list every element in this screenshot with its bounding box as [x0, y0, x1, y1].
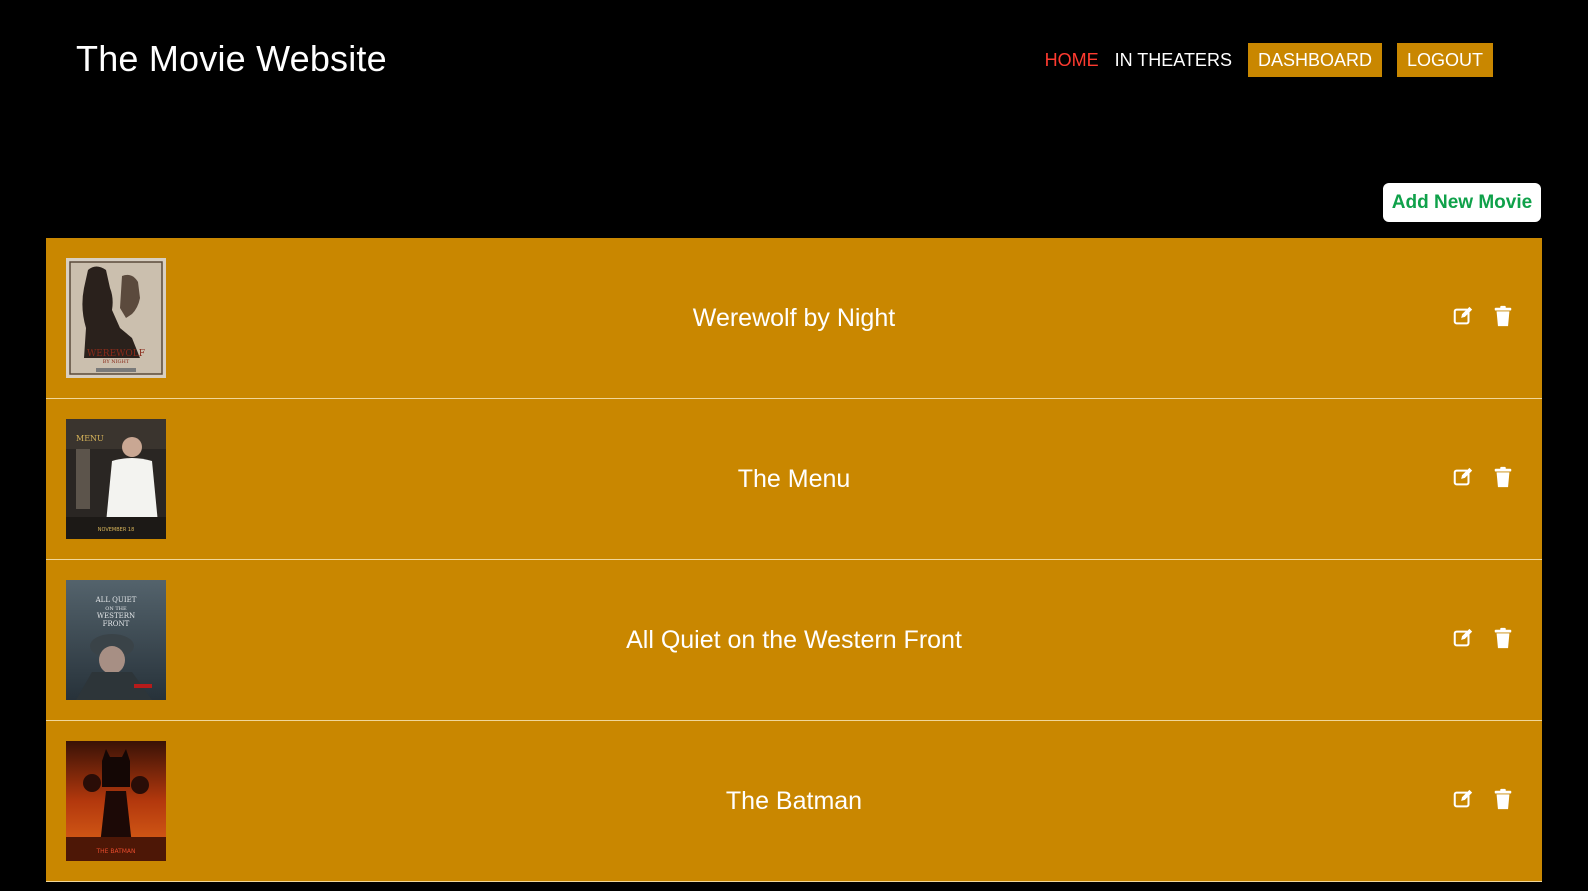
movie-row: WEREWOLF BY NIGHT Werewolf by Night — [46, 238, 1542, 399]
dashboard-button[interactable]: DASHBOARD — [1247, 43, 1382, 77]
movie-row: THE BATMAN The Batman — [46, 721, 1542, 882]
edit-icon[interactable] — [1452, 465, 1474, 489]
site-title: The Movie Website — [76, 38, 387, 79]
edit-icon[interactable] — [1452, 626, 1474, 650]
trash-icon[interactable] — [1492, 626, 1514, 650]
add-new-movie-button[interactable]: Add New Movie — [1383, 183, 1541, 222]
row-actions — [1452, 626, 1514, 650]
logout-button[interactable]: LOGOUT — [1396, 43, 1493, 77]
nav-in-theaters-link[interactable]: IN THEATERS — [1107, 43, 1240, 77]
row-actions — [1452, 465, 1514, 489]
main-nav: HOME IN THEATERS DASHBOARD LOGOUT — [1037, 43, 1493, 77]
nav-home-link[interactable]: HOME — [1037, 43, 1107, 77]
row-actions — [1452, 304, 1514, 328]
movie-row: MENU NOVEMBER 18 The Menu — [46, 399, 1542, 560]
movie-title: Werewolf by Night — [692, 303, 896, 332]
movie-title: All Quiet on the Western Front — [626, 625, 962, 654]
edit-icon[interactable] — [1452, 787, 1474, 811]
trash-icon[interactable] — [1492, 304, 1514, 328]
trash-icon[interactable] — [1492, 787, 1514, 811]
site-header: The Movie Website HOME IN THEATERS DASHB… — [0, 0, 1588, 120]
edit-icon[interactable] — [1452, 304, 1474, 328]
movie-title: The Batman — [725, 786, 863, 815]
movie-row: ALL QUIET ON THE WESTERN FRONT All Quiet… — [46, 560, 1542, 721]
trash-icon[interactable] — [1492, 465, 1514, 489]
movie-title: The Menu — [737, 464, 851, 493]
row-actions — [1452, 787, 1514, 811]
movie-list: WEREWOLF BY NIGHT Werewolf by Night MENU… — [46, 238, 1542, 882]
